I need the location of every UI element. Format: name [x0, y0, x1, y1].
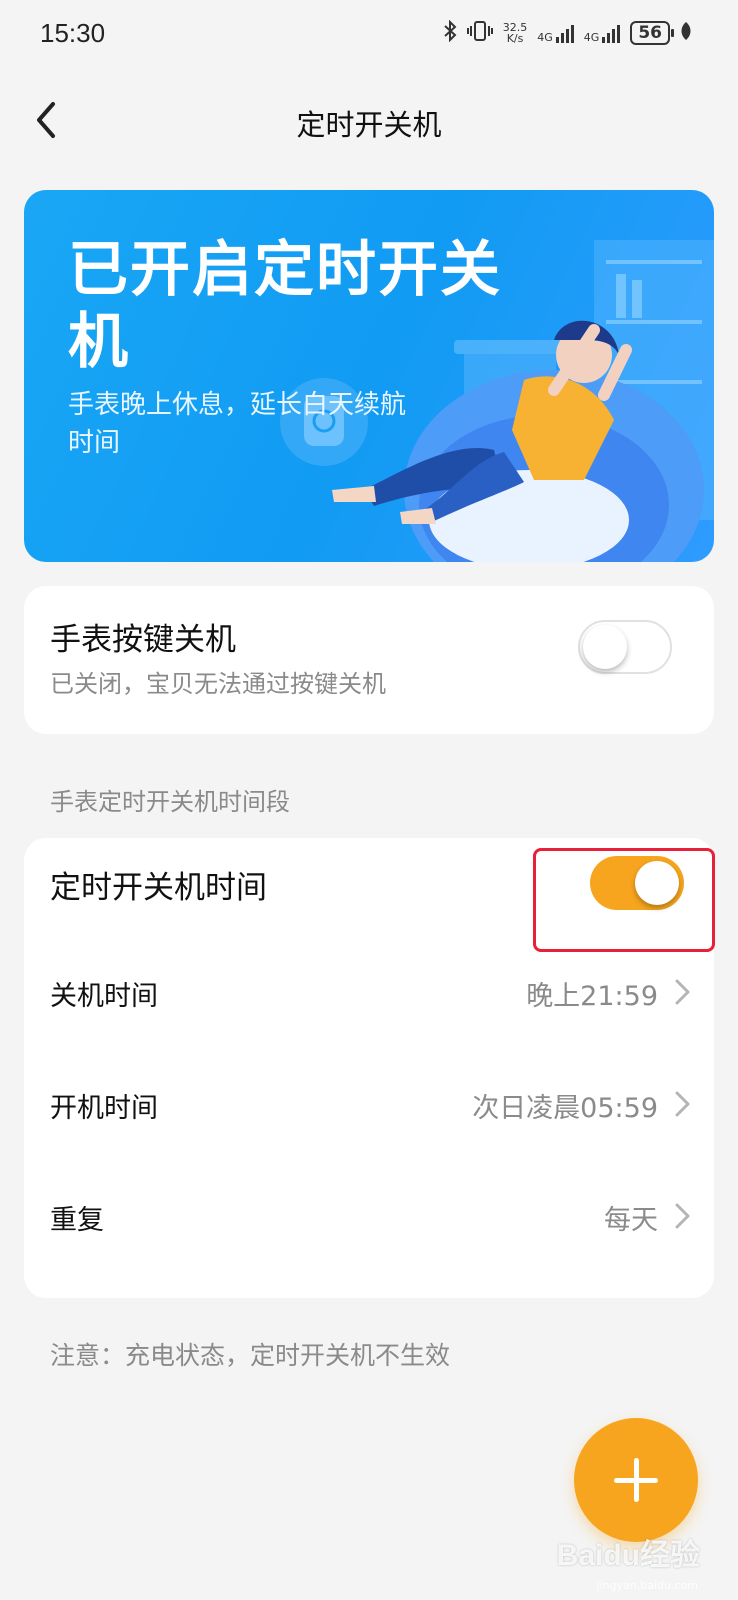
- status-time: 15:30: [40, 18, 106, 48]
- row-value: 次日凌晨05:59: [472, 1093, 658, 1124]
- banner-subtitle: 手表晚上休息，延长白天续航时间: [68, 390, 407, 458]
- net-speed: 32.5 K/s: [502, 21, 528, 45]
- schedule-toggle[interactable]: [590, 856, 684, 910]
- signal-icon-2: 4G: [584, 23, 621, 43]
- net-type-1: 4G: [537, 31, 553, 44]
- row-value: 每天: [604, 1205, 658, 1236]
- net-type-2: 4G: [583, 31, 600, 44]
- key-shutdown-card: 手表按键关机 已关闭，宝贝无法通过按键关机: [24, 586, 714, 734]
- key-shutdown-subtitle: 已关闭，宝贝无法通过按键关机: [50, 670, 386, 698]
- vibrate-icon: [466, 20, 493, 46]
- row-label: 重复: [50, 1205, 104, 1236]
- watermark-logo: Baidu经验: [556, 1539, 700, 1572]
- status-bar: 15:30 32.5 K/s 4G 4G 56: [0, 0, 738, 72]
- banner-title: 已开启定时开关机: [68, 235, 502, 377]
- chevron-right-icon: [675, 979, 690, 1005]
- promo-banner: 已开启定时开关机 手表晚上休息，延长白天续航时间: [24, 190, 714, 562]
- charging-note: 注意：充电状态，定时开关机不生效: [50, 1341, 451, 1370]
- toggle-knob: [635, 861, 679, 905]
- leaf-icon: [680, 21, 692, 45]
- repeat-row[interactable]: 重复 每天: [24, 1162, 714, 1272]
- watermark-url: jingyan.baidu.com: [596, 1579, 698, 1592]
- toggle-knob: [583, 625, 627, 669]
- key-shutdown-title: 手表按键关机: [50, 622, 236, 658]
- row-label: 关机时间: [50, 981, 158, 1012]
- key-shutdown-toggle[interactable]: [578, 620, 672, 674]
- plus-icon-vertical: [634, 1458, 639, 1502]
- battery-icon: 56: [630, 21, 674, 45]
- row-value: 晚上21:59: [526, 981, 658, 1012]
- chevron-right-icon: [675, 1203, 690, 1229]
- row-label: 开机时间: [50, 1093, 158, 1124]
- section-label: 手表定时开关机时间段: [50, 788, 290, 816]
- status-icons: 32.5 K/s 4G 4G 56: [443, 19, 692, 46]
- shutdown-time-row[interactable]: 关机时间 晚上21:59: [24, 938, 714, 1048]
- schedule-card: 定时开关机时间 关机时间 晚上21:59 开机时间 次日凌晨05:59 重复 每…: [24, 838, 714, 1298]
- schedule-toggle-label: 定时开关机时间: [50, 870, 267, 906]
- bluetooth-icon: [443, 19, 457, 46]
- chevron-right-icon: [675, 1091, 690, 1117]
- add-button[interactable]: [574, 1418, 698, 1542]
- header: 定时开关机: [0, 82, 738, 162]
- boot-time-row[interactable]: 开机时间 次日凌晨05:59: [24, 1050, 714, 1160]
- page-title: 定时开关机: [296, 108, 442, 142]
- signal-icon-1: 4G: [537, 23, 574, 43]
